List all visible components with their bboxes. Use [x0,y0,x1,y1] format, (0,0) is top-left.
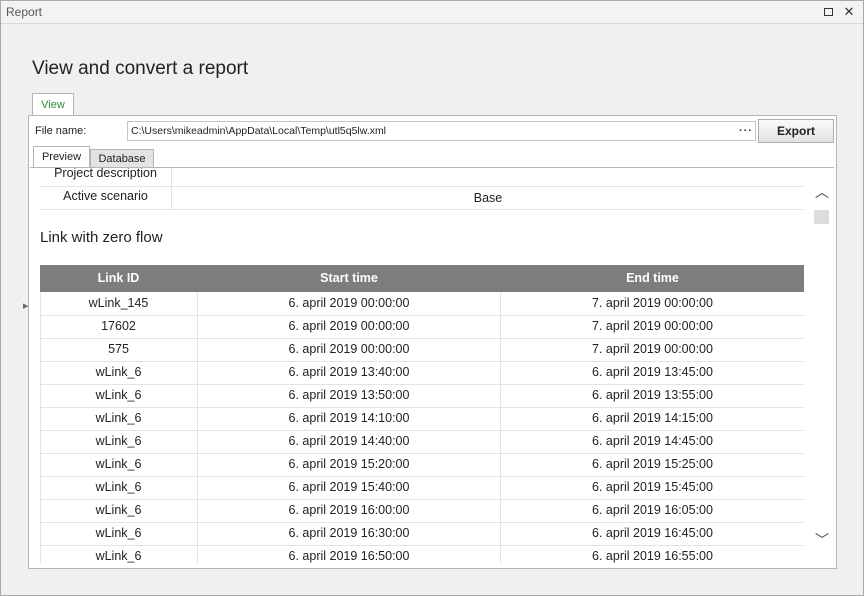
cell-start-time: 6. april 2019 15:20:00 [288,457,410,471]
table-row[interactable]: wLink_6 6. april 2019 14:40:00 6. april 20… [40,430,804,454]
column-header-start-time[interactable]: Start time [198,271,500,285]
cell-end-time: 6. april 2019 16:55:00 [592,549,713,563]
chevron-down-icon[interactable]: ﹀ [815,530,829,550]
cell-link-id: wLink_6 [95,388,142,402]
info-label: Active scenario [63,189,148,203]
table-row[interactable]: wLink_6 6. april 2019 16:50:00 6. april 20… [40,545,804,564]
cell-start-time: 6. april 2019 16:50:00 [288,549,410,563]
table-header: Link ID Start time End time [40,265,804,292]
cell-start-time: 6. april 2019 14:10:00 [288,411,410,425]
report-preview: Project description Active scenario Base… [30,167,834,564]
cell-end-time: 6. april 2019 14:15:00 [592,411,713,425]
tab-preview[interactable]: Preview [33,146,90,169]
cell-end-time: 7. april 2019 00:00:00 [592,342,713,356]
column-header-end-time[interactable]: End time [501,271,804,285]
cell-start-time: 6. april 2019 13:50:00 [288,388,410,402]
file-name-field[interactable]: C:\Users\mikeadmin\AppData\Local\Temp\ut… [127,121,756,141]
cell-end-time: 6. april 2019 16:05:00 [592,503,713,517]
table-row[interactable]: wLink_6 6. april 2019 16:30:00 6. april 20… [40,522,804,546]
tab-view[interactable]: View [32,93,74,116]
file-name-label: File name: [35,125,87,137]
cell-end-time: 6. april 2019 14:45:00 [592,434,713,448]
cell-link-id: wLink_6 [95,411,142,425]
cell-start-time: 6. april 2019 16:30:00 [288,526,410,540]
info-row-active-scenario: Active scenario Base [40,186,804,210]
table-row[interactable]: wLink_6 6. april 2019 16:00:00 6. april 20… [40,499,804,523]
cell-end-time: 6. april 2019 15:45:00 [592,480,713,494]
table-row[interactable]: wLink_6 6. april 2019 15:20:00 6. april 20… [40,453,804,477]
file-path-value: C:\Users\mikeadmin\AppData\Local\Temp\ut… [131,125,387,137]
cell-end-time: 6. april 2019 13:55:00 [592,388,713,402]
cell-link-id: 17602 [101,319,136,333]
cell-link-id: 575 [108,342,129,356]
cell-link-id: wLink_6 [95,526,142,540]
cell-start-time: 6. april 2019 00:00:00 [288,342,410,356]
section-title: Link with zero flow [40,229,163,246]
info-label: Project description [54,167,157,180]
export-button[interactable]: Export [758,119,834,143]
cell-start-time: 6. april 2019 15:40:00 [288,480,410,494]
cell-start-time: 6. april 2019 00:00:00 [288,319,410,333]
info-row-project-description: Project description [40,167,804,187]
info-value: Base [473,191,503,205]
window-title: Report [6,5,43,19]
cell-link-id: wLink_6 [95,457,142,471]
cell-end-time: 7. april 2019 00:00:00 [592,296,713,310]
table-row[interactable]: 17602 6. april 2019 00:00:00 7. april 2019… [40,315,804,339]
page-title: View and convert a report [32,58,249,79]
restore-icon[interactable] [820,4,836,20]
cell-link-id: wLink_6 [95,503,142,517]
table-row[interactable]: wLink_6 6. april 2019 14:10:00 6. april 20… [40,407,804,431]
close-icon[interactable]: ✕ [841,4,857,20]
triangle-right-icon[interactable]: ▶ [23,302,28,310]
cell-link-id: wLink_6 [95,434,142,448]
table-row[interactable]: wLink_145 6. april 2019 00:00:00 7. april … [40,292,804,316]
table-row[interactable]: wLink_6 6. april 2019 13:40:00 6. april 20… [40,361,804,385]
cell-start-time: 6. april 2019 00:00:00 [288,296,410,310]
cell-end-time: 6. april 2019 13:45:00 [592,365,713,379]
cell-start-time: 6. april 2019 13:40:00 [288,365,410,379]
chevron-up-icon[interactable]: ︿ [815,182,829,202]
table-row[interactable]: wLink_6 6. april 2019 15:40:00 6. april 20… [40,476,804,500]
scrollbar-thumb[interactable] [814,210,829,224]
tab-database[interactable]: Database [90,149,154,168]
cell-end-time: 6. april 2019 16:45:00 [592,526,713,540]
cell-end-time: 6. april 2019 15:25:00 [592,457,713,471]
cell-start-time: 6. april 2019 16:00:00 [288,503,410,517]
table-row[interactable]: wLink_6 6. april 2019 13:50:00 6. april 20… [40,384,804,408]
cell-end-time: 7. april 2019 00:00:00 [592,319,713,333]
cell-link-id: wLink_6 [95,365,142,379]
vertical-scrollbar[interactable]: ︿ ﹀ [812,170,832,562]
cell-start-time: 6. april 2019 14:40:00 [288,434,410,448]
cell-link-id: wLink_6 [95,549,142,563]
table-row[interactable]: 575 6. april 2019 00:00:00 7. april 2019 0… [40,338,804,362]
cell-link-id: wLink_145 [88,296,149,310]
title-bar: Report ✕ [1,1,863,24]
browse-button[interactable]: ··· [739,122,753,140]
column-header-link-id[interactable]: Link ID [40,271,197,285]
cell-link-id: wLink_6 [95,480,142,494]
